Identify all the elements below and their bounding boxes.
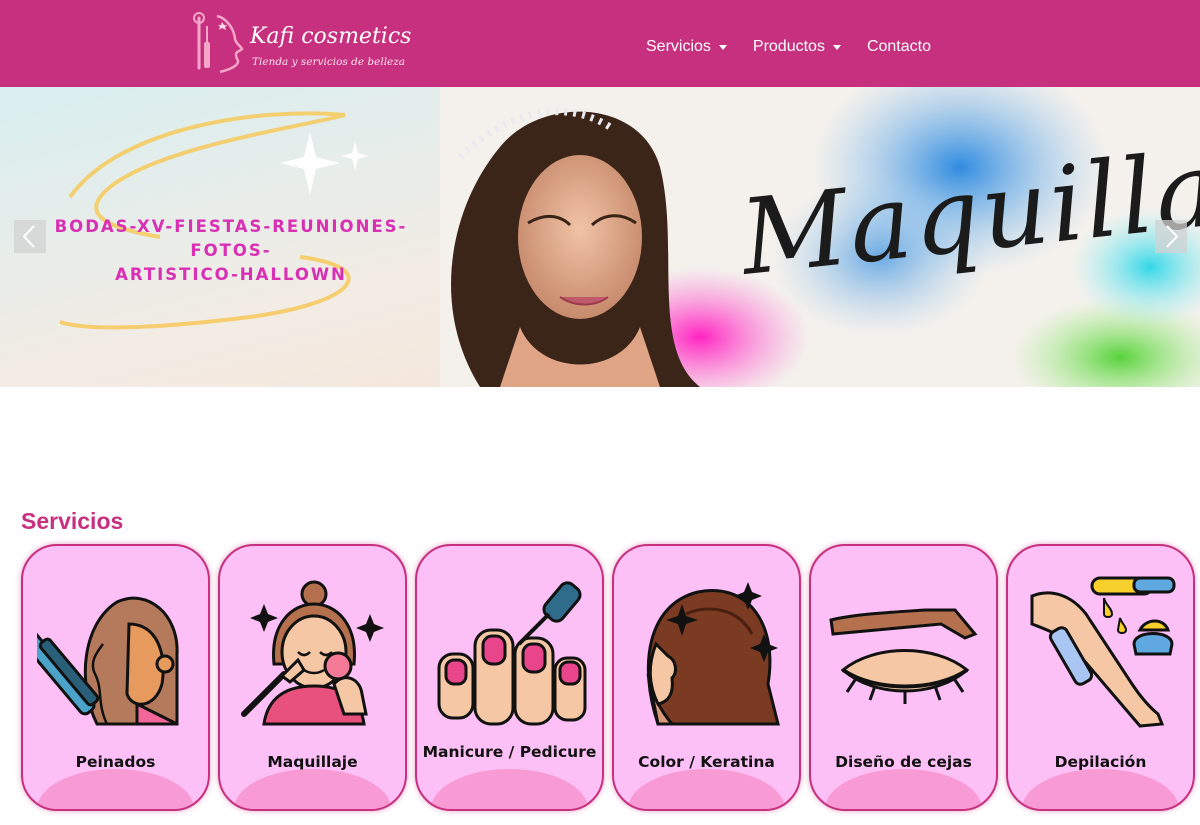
nail-polish-icon xyxy=(437,581,587,726)
carousel-prev-button[interactable] xyxy=(14,220,46,253)
eyebrow-icon xyxy=(829,608,978,704)
hero-line-1: BODAS-XV-FIESTAS-REUNIONES-FOTOS- xyxy=(54,217,408,260)
nav-productos-label: Productos xyxy=(752,38,825,55)
brand-logo-icon xyxy=(193,12,244,74)
service-card-color-keratina[interactable]: Color / Keratina xyxy=(612,544,801,811)
makeup-brush-face-icon xyxy=(241,580,384,726)
hero-carousel: BODAS-XV-FIESTAS-REUNIONES-FOTOS- ARTIST… xyxy=(0,87,1200,387)
main-nav: Servicios Productos Contacto xyxy=(646,36,957,58)
chevron-down-icon xyxy=(832,44,841,50)
nav-servicios-label: Servicios xyxy=(646,38,711,55)
services-section-title: Servicios xyxy=(21,508,124,534)
card-decoration xyxy=(234,769,391,809)
brand-logo-link[interactable]: Kafi cosmetics Tienda y servicios de bel… xyxy=(190,12,411,74)
hero-services-text: BODAS-XV-FIESTAS-REUNIONES-FOTOS- ARTIST… xyxy=(16,215,446,287)
card-decoration xyxy=(37,769,194,809)
brand-tagline: Tienda y servicios de belleza xyxy=(252,56,406,68)
hero-line-2: ARTISTICO-HALLOWN xyxy=(115,265,347,284)
wax-leg-icon xyxy=(1030,576,1176,728)
nav-contacto-link[interactable]: Contacto xyxy=(867,36,931,58)
card-decoration xyxy=(628,769,785,809)
card-decoration xyxy=(431,769,588,809)
hair-color-icon xyxy=(646,582,780,726)
services-card-row: Peinados Maquillaje Manicure / Pedicure … xyxy=(21,544,1200,814)
chevron-down-icon xyxy=(718,44,727,50)
service-card-manicure-pedicure[interactable]: Manicure / Pedicure xyxy=(415,544,604,811)
chevron-left-icon xyxy=(22,225,35,248)
brand-name: Kafi cosmetics xyxy=(250,24,412,49)
service-card-depilacion[interactable]: Depilación xyxy=(1006,544,1195,811)
service-card-maquillaje[interactable]: Maquillaje xyxy=(218,544,407,811)
service-label: Manicure / Pedicure xyxy=(422,743,597,761)
service-card-diseno-de-cejas[interactable]: Diseño de cejas xyxy=(809,544,998,811)
carousel-next-button[interactable] xyxy=(1155,220,1187,253)
card-decoration xyxy=(825,769,982,809)
hair-straightener-icon xyxy=(37,596,179,726)
nav-contacto-label: Contacto xyxy=(866,38,931,55)
service-card-peinados[interactable]: Peinados xyxy=(21,544,210,811)
chevron-right-icon xyxy=(1166,225,1179,248)
nav-productos-dropdown[interactable]: Productos xyxy=(753,36,841,58)
navbar: Kafi cosmetics Tienda y servicios de bel… xyxy=(0,0,1200,87)
nav-servicios-dropdown[interactable]: Servicios xyxy=(646,36,727,58)
card-decoration xyxy=(1022,769,1179,809)
